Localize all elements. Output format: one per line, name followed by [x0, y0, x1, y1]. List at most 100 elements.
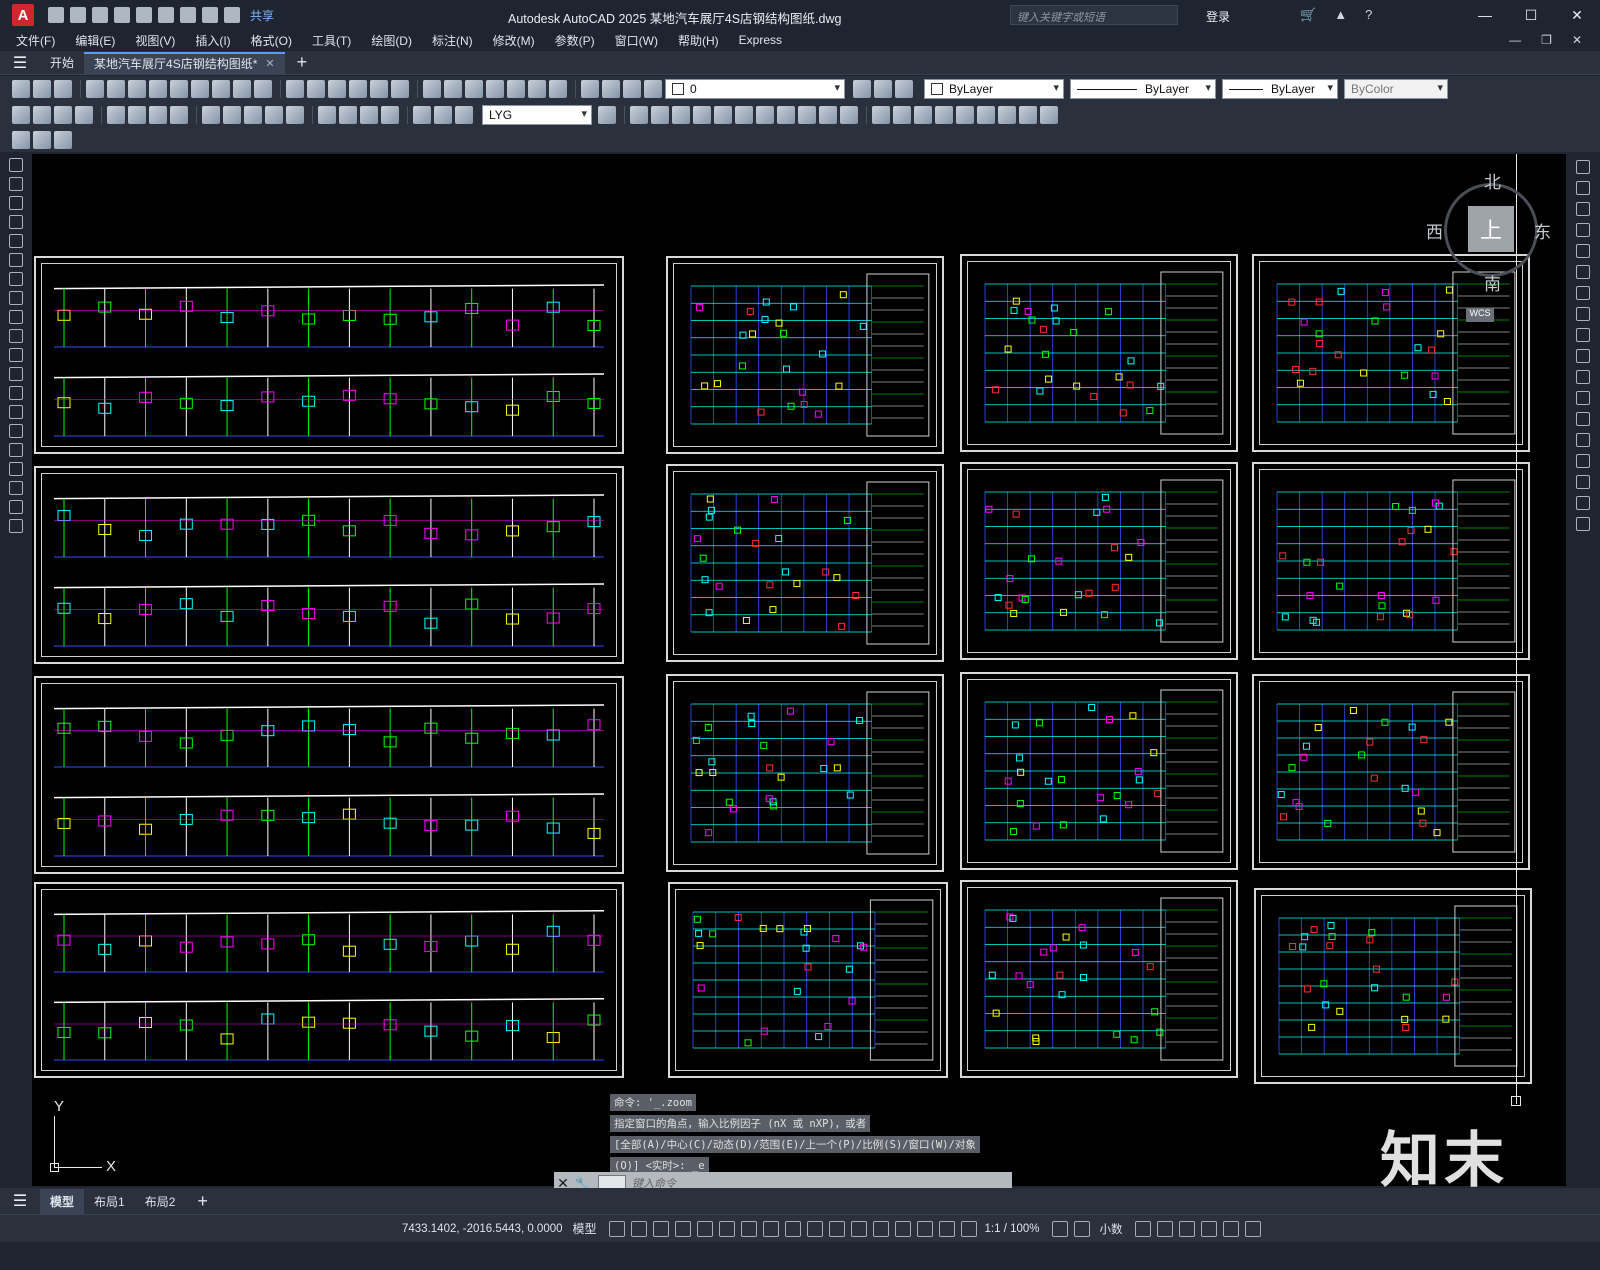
shade-icon[interactable] [872, 106, 890, 124]
view-bottom-icon[interactable] [672, 106, 690, 124]
layer-state-icon[interactable] [895, 80, 913, 98]
viewcube-top-face[interactable]: 上 [1468, 206, 1514, 252]
stretch-icon[interactable] [1576, 328, 1590, 342]
design-center-icon[interactable] [444, 80, 462, 98]
paste-icon[interactable] [212, 80, 230, 98]
chamfer-icon[interactable] [1576, 454, 1590, 468]
search-input[interactable]: 键入关键字或短语 [1010, 5, 1178, 25]
save-icon[interactable] [92, 7, 108, 23]
line-icon[interactable] [9, 158, 23, 172]
rotate-icon[interactable] [1576, 286, 1590, 300]
dim-arc-icon[interactable] [54, 106, 72, 124]
wcs-menu[interactable]: WCS [1466, 308, 1494, 322]
color-dropdown[interactable]: ByLayer [924, 79, 1064, 99]
fillet-icon[interactable] [1576, 475, 1590, 489]
zoom-previous-icon[interactable] [391, 80, 409, 98]
view-top-icon[interactable] [651, 106, 669, 124]
intersect-icon[interactable] [998, 106, 1016, 124]
pan-icon[interactable] [328, 80, 346, 98]
qnew-icon[interactable] [12, 80, 30, 98]
copy-icon[interactable] [191, 80, 209, 98]
render-icon[interactable] [893, 106, 911, 124]
share-button[interactable]: 共享 [250, 7, 274, 24]
dimstyle-icon[interactable] [598, 106, 616, 124]
view-se-icon[interactable] [798, 106, 816, 124]
tab-model[interactable]: 模型 [40, 1188, 85, 1214]
object-snap-tracking-icon[interactable] [740, 1220, 757, 1237]
lineweight-icon[interactable] [784, 1220, 801, 1237]
jogged-linear-icon[interactable] [381, 106, 399, 124]
table-icon[interactable] [9, 481, 23, 495]
undo-icon[interactable] [286, 80, 304, 98]
transparency-icon[interactable] [806, 1220, 823, 1237]
quick-properties-icon[interactable] [1134, 1220, 1151, 1237]
layer-freeze-icon[interactable] [623, 80, 641, 98]
annotation-monitor-icon[interactable] [1073, 1220, 1090, 1237]
doc-restore-icon[interactable]: ❐ [1541, 33, 1552, 47]
insert-block-icon[interactable] [9, 367, 23, 381]
menu-view[interactable]: 视图(V) [135, 32, 185, 49]
new-tab-button[interactable]: + [285, 52, 320, 73]
make-current-icon[interactable] [853, 80, 871, 98]
save-icon[interactable] [54, 80, 72, 98]
redo-icon[interactable] [307, 80, 325, 98]
view-front-icon[interactable] [735, 106, 753, 124]
layer-previous-icon[interactable] [874, 80, 892, 98]
ellipse-arc-icon[interactable] [9, 348, 23, 362]
menu-tools[interactable]: 工具(T) [312, 32, 361, 49]
auto-scale-icon[interactable] [960, 1220, 977, 1237]
ortho-icon[interactable] [674, 1220, 691, 1237]
menu-insert[interactable]: 插入(I) [195, 32, 240, 49]
dim-radius-icon[interactable] [107, 106, 125, 124]
match-prop-icon[interactable] [233, 80, 251, 98]
plot-icon[interactable] [86, 80, 104, 98]
dynamic-input-icon[interactable] [652, 1220, 669, 1237]
dim-edit-icon[interactable] [413, 106, 431, 124]
join-icon[interactable] [1576, 433, 1590, 447]
dim-space-icon[interactable] [265, 106, 283, 124]
web-open-icon[interactable] [136, 7, 152, 23]
calculator-icon[interactable] [528, 80, 546, 98]
menu-modify[interactable]: 修改(M) [493, 32, 545, 49]
new-icon[interactable] [48, 7, 64, 23]
hatch-icon[interactable] [9, 424, 23, 438]
layer-dropdown[interactable]: 0 [665, 79, 845, 99]
menu-help[interactable]: 帮助(H) [678, 32, 729, 49]
cursor-coordinates[interactable]: 7433.1402, -2016.5443, 0.0000 [402, 1223, 563, 1235]
close-icon[interactable]: ✕ [1554, 0, 1600, 30]
point-icon[interactable] [9, 405, 23, 419]
erase-icon[interactable] [1576, 160, 1590, 174]
dim-text-edit-icon[interactable] [434, 106, 452, 124]
break-icon[interactable] [1576, 412, 1590, 426]
markup-icon[interactable] [507, 80, 525, 98]
web-save-icon[interactable] [158, 7, 174, 23]
view-right-icon[interactable] [714, 106, 732, 124]
tool-palettes-icon[interactable] [465, 80, 483, 98]
lock-ui-icon[interactable] [1156, 1220, 1173, 1237]
grid-icon[interactable] [608, 1220, 625, 1237]
subtract-icon[interactable] [977, 106, 995, 124]
extend-icon[interactable] [1576, 370, 1590, 384]
3d-osnap-icon[interactable] [850, 1220, 867, 1237]
make-block-icon[interactable] [9, 386, 23, 400]
compass-west[interactable]: 西 [1426, 218, 1443, 243]
revolve-icon[interactable] [1040, 106, 1058, 124]
publish-icon[interactable] [128, 80, 146, 98]
dimstyle-dropdown[interactable]: LYG [482, 105, 592, 125]
dim-jogged-icon[interactable] [128, 106, 146, 124]
view-nw-icon[interactable] [840, 106, 858, 124]
polyline-icon[interactable] [9, 196, 23, 210]
inspect-icon[interactable] [360, 106, 378, 124]
help-icon[interactable]: ? [1365, 7, 1372, 23]
polar-icon[interactable] [696, 1220, 713, 1237]
linetype-dropdown[interactable]: ByLayer [1070, 79, 1216, 99]
solid-cyl-icon[interactable] [935, 106, 953, 124]
workspace-gear-icon[interactable] [1051, 1220, 1068, 1237]
zoom-realtime-icon[interactable] [349, 80, 367, 98]
arc-icon[interactable] [9, 253, 23, 267]
menu-hamburger-icon[interactable]: ☰ [0, 53, 40, 73]
ellipse-icon[interactable] [9, 329, 23, 343]
menu-parametric[interactable]: 参数(P) [555, 32, 605, 49]
menu-draw[interactable]: 绘图(D) [371, 32, 422, 49]
dim-update-icon[interactable] [455, 106, 473, 124]
